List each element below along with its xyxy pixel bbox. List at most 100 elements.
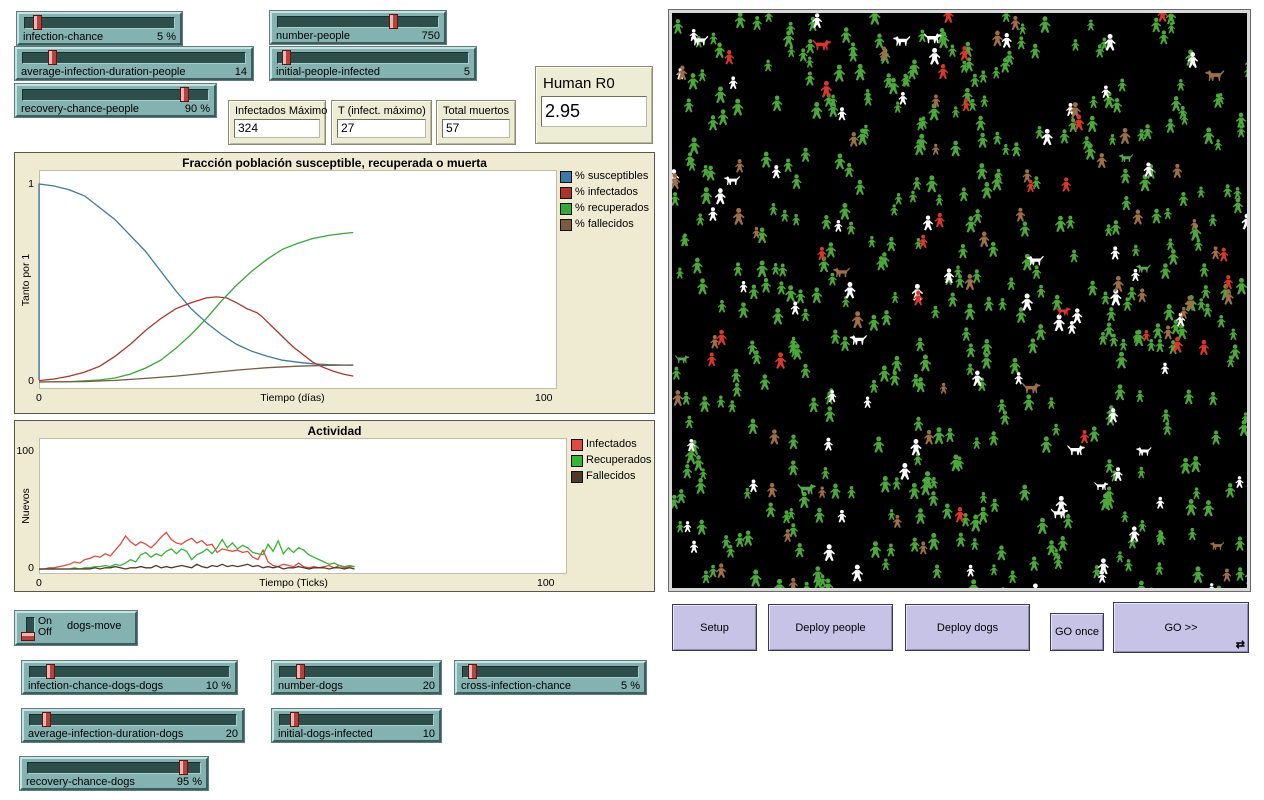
person-agent (785, 285, 796, 302)
person-agent (1002, 13, 1011, 22)
slider-knob[interactable] (33, 15, 42, 30)
person-agent (1178, 106, 1187, 119)
person-agent (948, 44, 956, 56)
button-setup[interactable]: Setup (672, 604, 757, 651)
person-agent (752, 16, 762, 30)
slider-track[interactable] (24, 17, 175, 29)
person-agent (717, 395, 725, 407)
person-agent (1087, 116, 1098, 132)
slider-label: number-people (276, 30, 350, 43)
person-agent (802, 582, 811, 588)
person-agent (928, 491, 938, 506)
slider-number-people[interactable]: number-people750 (270, 11, 446, 44)
person-agent (888, 509, 896, 520)
person-agent (796, 289, 806, 303)
slider-track[interactable] (279, 666, 434, 678)
person-agent (1118, 79, 1127, 92)
slider-knob[interactable] (179, 760, 188, 775)
slider-track[interactable] (22, 52, 246, 64)
slider-knob[interactable] (180, 87, 189, 102)
legend-swatch (571, 471, 583, 483)
person-agent (698, 69, 706, 81)
slider-track[interactable] (462, 666, 639, 678)
person-agent (1190, 456, 1201, 472)
slider-track[interactable] (22, 89, 209, 101)
slider-knob[interactable] (389, 14, 398, 29)
monitor-infectados-maximo: Infectados Máximo324 (228, 100, 326, 145)
person-agent (882, 558, 890, 570)
slider-average-infection-duration-people[interactable]: average-infection-duration-people14 (15, 47, 253, 80)
monitor-title: Infectados Máximo (235, 105, 320, 117)
button-deploy-people[interactable]: Deploy people (768, 604, 893, 651)
person-agent (935, 194, 943, 205)
person-agent (1168, 249, 1179, 265)
person-agent (772, 165, 781, 178)
person-agent (1133, 330, 1144, 347)
button-go-once[interactable]: GO once (1050, 613, 1104, 651)
x-tick-left: 0 (36, 392, 42, 404)
slider-infection-chance-dogs-dogs[interactable]: infection-chance-dogs-dogs10 % (22, 661, 237, 694)
slider-track[interactable] (29, 714, 237, 726)
switch-dogs-move[interactable]: OnOffdogs-move (15, 611, 137, 645)
person-agent (783, 529, 792, 542)
slider-track[interactable] (277, 16, 439, 28)
person-agent (979, 232, 990, 248)
slider-track[interactable] (29, 666, 230, 678)
slider-knob[interactable] (48, 50, 57, 65)
slider-knob[interactable] (468, 664, 477, 679)
person-agent (1089, 426, 1100, 442)
monitor-title: Total muertos (443, 105, 510, 117)
button-deploy-dogs[interactable]: Deploy dogs (905, 604, 1030, 651)
person-agent (821, 467, 829, 479)
legend-item: Fallecidos (571, 470, 636, 483)
slider-track[interactable] (277, 52, 469, 64)
slider-cross-infection-chance[interactable]: cross-infection-chance5 % (455, 661, 646, 694)
button-go-forever[interactable]: GO >>⇄ (1113, 602, 1249, 653)
slider-value: 20 (226, 728, 238, 741)
person-agent (1203, 500, 1214, 516)
slider-initial-people-infected[interactable]: initial-people-infected5 (270, 47, 476, 80)
person-agent (1201, 285, 1210, 298)
person-agent (695, 478, 706, 494)
slider-label: average-infection-duration-people (21, 66, 186, 79)
person-agent (809, 397, 819, 412)
y-tick-bottom: 0 (15, 562, 34, 574)
button-label: Deploy people (795, 622, 865, 634)
person-agent (724, 50, 734, 64)
slider-track[interactable] (279, 714, 434, 726)
plot-area (39, 438, 567, 574)
person-agent (1137, 467, 1145, 479)
person-agent (1161, 363, 1169, 375)
slider-knob[interactable] (282, 50, 291, 65)
switch-knob[interactable] (21, 632, 35, 641)
slider-infection-chance[interactable]: infection-chance5 % (17, 12, 182, 45)
person-agent (1032, 265, 1041, 279)
person-agent (1120, 128, 1131, 144)
slider-knob[interactable] (42, 712, 51, 727)
slider-recovery-chance-dogs[interactable]: recovery-chance-dogs95 % (20, 757, 208, 790)
person-agent (915, 338, 924, 352)
world-canvas (672, 13, 1247, 588)
person-agent (1023, 394, 1034, 410)
person-agent (1116, 551, 1124, 562)
person-agent (1245, 567, 1247, 584)
slider-number-dogs[interactable]: number-dogs20 (272, 661, 441, 694)
person-agent (1105, 224, 1113, 236)
dog-agent (1136, 264, 1151, 272)
slider-average-infection-duration-dogs[interactable]: average-infection-duration-dogs20 (22, 709, 244, 742)
slider-knob[interactable] (296, 664, 305, 679)
slider-track[interactable] (27, 762, 201, 774)
person-agent (731, 369, 740, 383)
person-agent (772, 308, 783, 325)
person-agent (1193, 487, 1201, 499)
x-tick-right: 100 (537, 577, 555, 589)
slider-initial-dogs-infected[interactable]: initial-dogs-infected10 (272, 709, 441, 742)
slider-knob[interactable] (290, 712, 299, 727)
person-agent (697, 278, 708, 294)
person-agent (873, 436, 884, 452)
person-agent (1030, 44, 1040, 59)
slider-label: cross-infection-chance (461, 680, 571, 693)
slider-recovery-chance-people[interactable]: recovery-chance-people90 % (15, 84, 216, 117)
slider-knob[interactable] (46, 664, 55, 679)
person-agent (874, 34, 884, 49)
